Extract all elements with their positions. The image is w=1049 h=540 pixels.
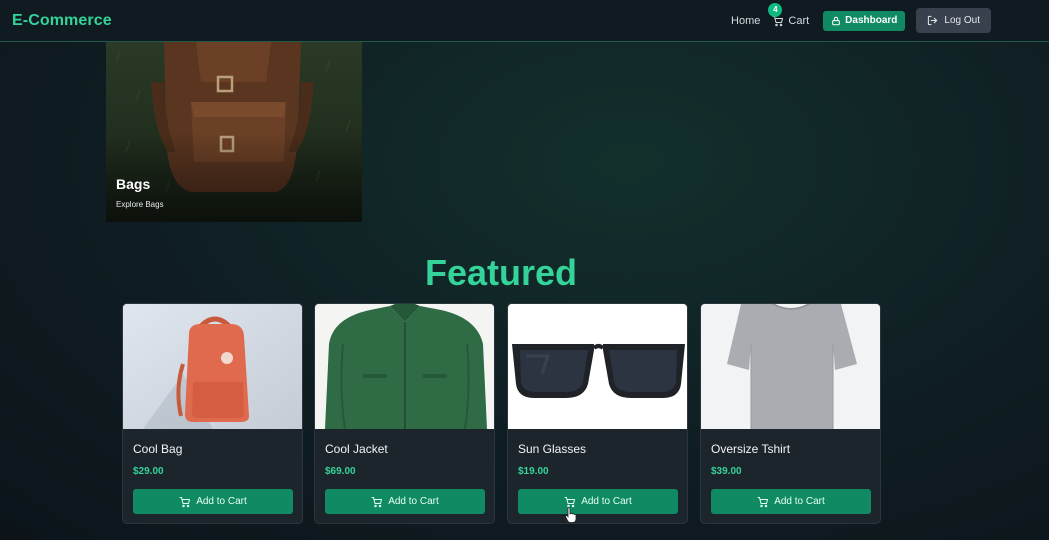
product-card: Oversize Tshirt $39.00 Add to Cart	[700, 303, 881, 524]
product-name: Oversize Tshirt	[711, 442, 791, 456]
product-price: $19.00	[518, 466, 549, 477]
logout-label: Log Out	[944, 15, 980, 26]
cart-icon	[179, 496, 191, 507]
product-name: Cool Bag	[133, 442, 183, 456]
hand-pointer-icon	[565, 507, 577, 523]
nav-cart-link[interactable]: 4 Cart	[768, 2, 810, 27]
lock-icon	[832, 16, 841, 25]
category-title: Bags	[116, 176, 151, 192]
nav-home-link[interactable]: Home	[731, 15, 760, 27]
cart-icon	[757, 496, 769, 507]
dashboard-button[interactable]: Dashboard	[823, 10, 906, 31]
add-to-cart-label: Add to Cart	[774, 496, 825, 507]
product-image[interactable]	[508, 304, 687, 429]
product-price: $69.00	[325, 466, 356, 477]
cart-icon	[371, 496, 383, 507]
cart-icon	[564, 496, 576, 507]
cart-count-badge: 4	[768, 2, 783, 17]
add-to-cart-button[interactable]: Add to Cart	[133, 489, 293, 514]
logout-icon	[928, 15, 938, 26]
product-price: $39.00	[711, 466, 742, 477]
add-to-cart-button[interactable]: Add to Cart	[711, 489, 871, 514]
navbar: E-Commerce Home 4 Cart Dashboard Log Out	[0, 0, 1049, 42]
add-to-cart-label: Add to Cart	[196, 496, 247, 507]
featured-heading: Featured	[424, 252, 578, 293]
add-to-cart-button[interactable]: Add to Cart	[325, 489, 485, 514]
product-name: Sun Glasses	[518, 442, 587, 456]
nav-cart-label: Cart	[788, 14, 810, 27]
product-card: Cool Jacket $69.00 Add to Cart	[314, 303, 495, 524]
category-card-bags[interactable]: Bags Explore Bags	[106, 42, 362, 222]
logout-button[interactable]: Log Out	[916, 8, 991, 33]
add-to-cart-button[interactable]: Add to Cart	[518, 489, 678, 514]
product-price: $29.00	[133, 466, 164, 477]
product-image[interactable]	[123, 304, 302, 429]
add-to-cart-label: Add to Cart	[581, 496, 632, 507]
product-card: Cool Bag $29.00 Add to Cart	[122, 303, 303, 524]
dashboard-label: Dashboard	[845, 15, 898, 26]
product-image[interactable]	[701, 304, 880, 429]
category-image	[106, 42, 362, 222]
brand-logo[interactable]: E-Commerce	[12, 12, 112, 30]
category-subtitle: Explore Bags	[116, 200, 164, 209]
product-name: Cool Jacket	[325, 442, 388, 456]
add-to-cart-label: Add to Cart	[388, 496, 439, 507]
product-card: Sun Glasses $19.00 Add to Cart	[507, 303, 688, 524]
product-image[interactable]	[315, 304, 494, 429]
nav-links: Home 4 Cart Dashboard Log Out	[731, 2, 991, 33]
